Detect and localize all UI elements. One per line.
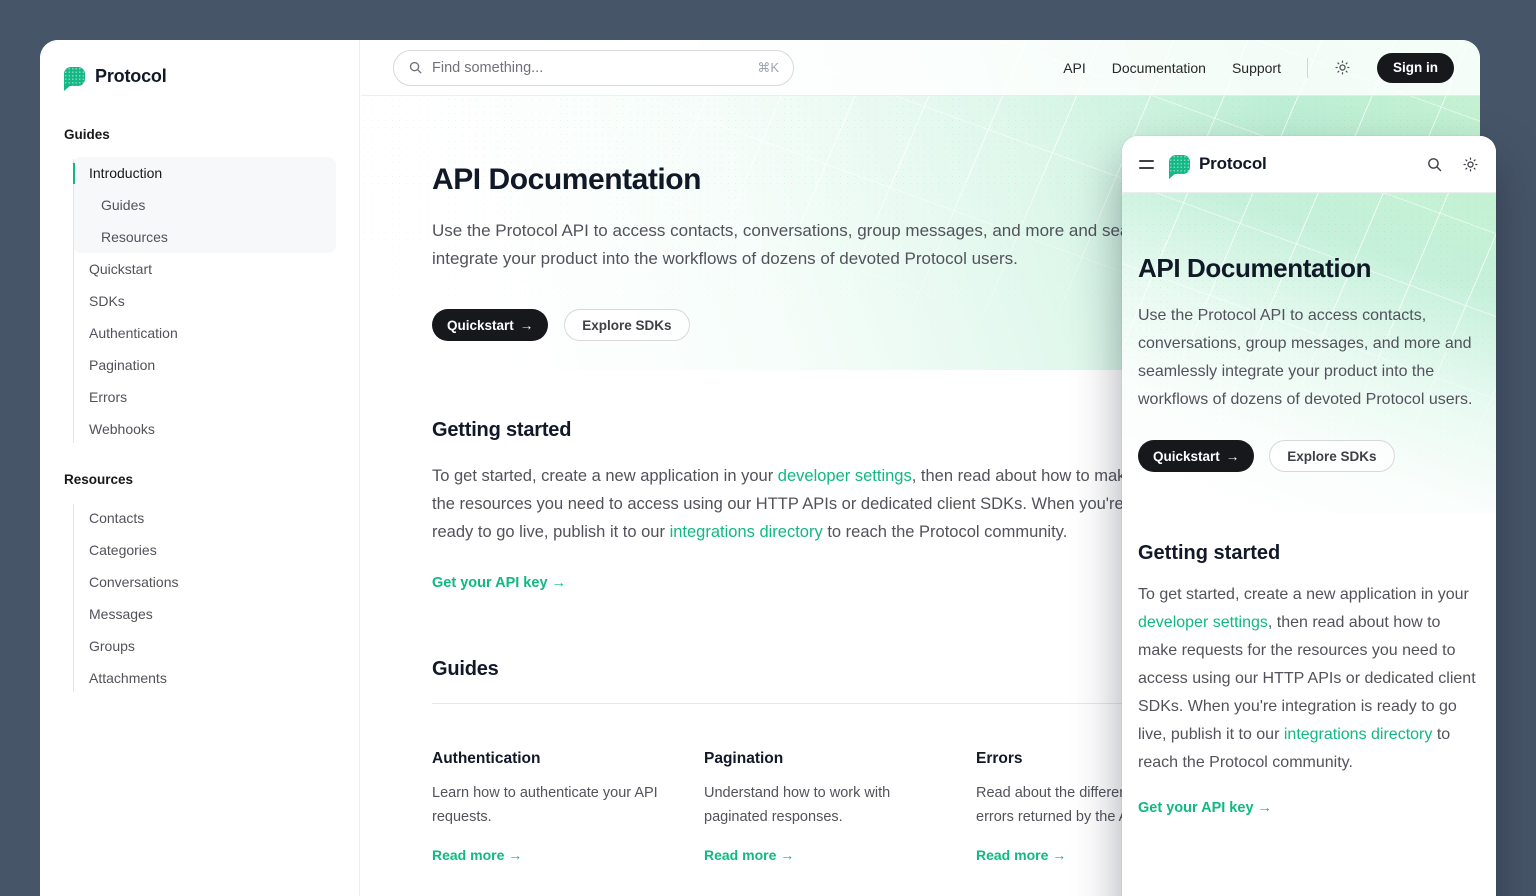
sidebar-item-introduction[interactable]: Introduction: [73, 157, 335, 189]
mobile-top-bar: Protocol: [1122, 136, 1496, 193]
integrations-directory-link[interactable]: integrations directory: [1284, 726, 1433, 743]
read-more-link[interactable]: Read more →: [432, 847, 522, 863]
sidebar-item-resources-anchor[interactable]: Resources: [73, 221, 335, 253]
sign-in-button[interactable]: Sign in: [1377, 53, 1454, 83]
theme-toggle-sun-icon[interactable]: [1334, 59, 1351, 76]
mobile-preview-window: Protocol API Documentation Use the Proto…: [1122, 136, 1496, 896]
magnifier-icon: [408, 60, 423, 75]
sidebar-item-sdks[interactable]: SDKs: [73, 285, 335, 317]
sidebar: Protocol Guides Introduction Guides Reso…: [40, 40, 360, 896]
sidebar-item-contacts[interactable]: Contacts: [73, 502, 335, 534]
arrow-right-icon: →: [780, 847, 794, 863]
card-body: Learn how to authenticate your API reque…: [432, 781, 676, 829]
search-input[interactable]: Find something... ⌘K: [393, 50, 794, 86]
sidebar-item-attachments[interactable]: Attachments: [73, 662, 335, 694]
sidebar-section-label-guides: Guides: [64, 127, 335, 142]
sidebar-section-label-resources: Resources: [64, 472, 335, 487]
search-shortcut: ⌘K: [757, 60, 779, 76]
arrow-right-icon: →: [1052, 847, 1066, 863]
divider: [1307, 58, 1308, 78]
speech-bubble-icon: [1169, 155, 1190, 174]
get-api-key-link[interactable]: Get your API key →: [432, 575, 566, 591]
read-more-link[interactable]: Read more →: [704, 847, 794, 863]
sidebar-item-authentication[interactable]: Authentication: [73, 317, 335, 349]
theme-toggle-sun-icon[interactable]: [1462, 156, 1479, 173]
card-title: Pagination: [704, 750, 948, 768]
active-item-marker: [73, 163, 75, 184]
sidebar-item-quickstart[interactable]: Quickstart: [73, 253, 335, 285]
getting-started-section: Getting started To get started, create a…: [1138, 542, 1480, 817]
brand-logo[interactable]: Protocol: [1169, 154, 1267, 174]
page-intro: Use the Protocol API to access contacts,…: [1138, 302, 1480, 414]
nav-link-documentation[interactable]: Documentation: [1112, 60, 1206, 76]
sidebar-item-pagination[interactable]: Pagination: [73, 349, 335, 381]
card-title: Authentication: [432, 750, 676, 768]
explore-sdks-button[interactable]: Explore SDKs: [564, 309, 689, 341]
guide-card-pagination: Pagination Understand how to work with p…: [704, 750, 948, 865]
arrow-right-icon: →: [508, 847, 522, 863]
page-title: API Documentation: [1138, 253, 1480, 284]
sidebar-item-conversations[interactable]: Conversations: [73, 566, 335, 598]
quickstart-button[interactable]: Quickstart→: [432, 309, 548, 341]
hamburger-menu-icon[interactable]: [1139, 158, 1154, 171]
explore-sdks-button[interactable]: Explore SDKs: [1269, 440, 1394, 472]
getting-started-body: To get started, create a new application…: [1138, 581, 1480, 777]
sidebar-item-categories[interactable]: Categories: [73, 534, 335, 566]
sidebar-item-messages[interactable]: Messages: [73, 598, 335, 630]
sidebar-item-guides-anchor[interactable]: Guides: [73, 189, 335, 221]
top-bar: Find something... ⌘K API Documentation S…: [361, 40, 1480, 96]
get-api-key-link[interactable]: Get your API key →: [1138, 800, 1272, 816]
brand-logo[interactable]: Protocol: [40, 40, 359, 87]
mobile-main-content: API Documentation Use the Protocol API t…: [1122, 193, 1496, 817]
sidebar-item-groups[interactable]: Groups: [73, 630, 335, 662]
search-placeholder: Find something...: [432, 60, 543, 76]
nav-link-support[interactable]: Support: [1232, 60, 1281, 76]
speech-bubble-icon: [64, 67, 85, 86]
arrow-right-icon: →: [520, 318, 534, 333]
developer-settings-link[interactable]: developer settings: [1138, 614, 1268, 631]
search-icon[interactable]: [1426, 156, 1443, 173]
read-more-link[interactable]: Read more →: [976, 847, 1066, 863]
guide-card-authentication: Authentication Learn how to authenticate…: [432, 750, 676, 865]
brand-name: Protocol: [95, 66, 167, 87]
developer-settings-link[interactable]: developer settings: [778, 467, 912, 485]
quickstart-button[interactable]: Quickstart→: [1138, 440, 1254, 472]
integrations-directory-link[interactable]: integrations directory: [670, 523, 823, 541]
brand-name: Protocol: [1199, 154, 1267, 174]
getting-started-heading: Getting started: [1138, 542, 1480, 565]
arrow-right-icon: →: [1258, 800, 1273, 816]
sidebar-guides-list: Introduction Guides Resources Quickstart…: [73, 157, 335, 445]
card-body: Understand how to work with paginated re…: [704, 781, 948, 829]
sidebar-item-errors[interactable]: Errors: [73, 381, 335, 413]
nav-link-api[interactable]: API: [1063, 60, 1086, 76]
sidebar-item-webhooks[interactable]: Webhooks: [73, 413, 335, 445]
arrow-right-icon: →: [1226, 449, 1240, 464]
sidebar-resources-list: Contacts Categories Conversations Messag…: [73, 502, 335, 694]
arrow-right-icon: →: [552, 575, 567, 591]
